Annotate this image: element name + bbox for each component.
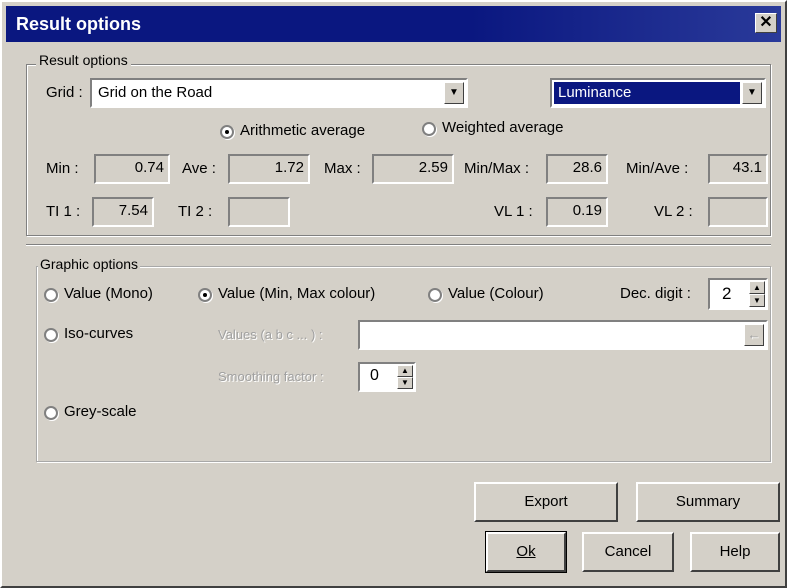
- value-mono-label: Value (Mono): [64, 285, 153, 302]
- values-input[interactable]: ←: [358, 320, 768, 350]
- ti1-value: 7.54: [92, 197, 154, 227]
- max-label: Max :: [324, 160, 361, 177]
- iso-curves-label: Iso-curves: [64, 325, 134, 342]
- minmax-label: Min/Max :: [464, 160, 530, 177]
- result-options-dialog: Result options ✕ Result options Grid : G…: [0, 0, 787, 588]
- grey-scale-label: Grey-scale: [64, 403, 137, 420]
- smoothing-factor-value: 0: [370, 367, 379, 384]
- quantity-combo-value: Luminance: [554, 82, 740, 104]
- radio-value-minmax-colour[interactable]: [198, 288, 212, 302]
- dec-digit-value: 2: [722, 284, 732, 303]
- arrow-left-icon[interactable]: ←: [744, 324, 764, 346]
- smoothing-factor-spinner[interactable]: 0 ▲ ▼: [358, 362, 416, 392]
- summary-button[interactable]: Summary: [636, 482, 780, 522]
- spin-up-icon[interactable]: ▲: [749, 281, 765, 294]
- ok-button[interactable]: Ok: [485, 531, 567, 573]
- chevron-down-icon[interactable]: ▼: [742, 82, 762, 104]
- dec-digit-spinner[interactable]: 2 ▲ ▼: [708, 278, 768, 310]
- section-divider: [26, 244, 771, 246]
- spin-down-icon[interactable]: ▼: [397, 377, 413, 389]
- close-button[interactable]: ✕: [755, 13, 777, 33]
- minave-label: Min/Ave :: [626, 160, 689, 177]
- export-button[interactable]: Export: [474, 482, 618, 522]
- result-options-group-label: Result options: [36, 52, 131, 68]
- value-colour-label: Value (Colour): [448, 285, 544, 302]
- minave-value: 43.1: [708, 154, 768, 184]
- graphic-options-group-label: Graphic options: [38, 256, 141, 272]
- smoothing-factor-label: Smoothing factor :: [218, 369, 324, 384]
- grid-label: Grid :: [46, 84, 83, 101]
- vl1-label: VL 1 :: [494, 203, 533, 220]
- vl2-label: VL 2 :: [654, 203, 693, 220]
- title-bar: Result options ✕: [6, 6, 781, 42]
- grid-combo[interactable]: Grid on the Road ▼: [90, 78, 468, 108]
- arithmetic-average-label: Arithmetic average: [240, 122, 366, 139]
- quantity-combo[interactable]: Luminance ▼: [550, 78, 766, 108]
- ave-label: Ave :: [182, 160, 216, 177]
- weighted-average-label: Weighted average: [442, 119, 564, 136]
- radio-value-colour[interactable]: [428, 288, 442, 302]
- grid-combo-value: Grid on the Road: [98, 84, 213, 101]
- value-minmax-colour-label: Value (Min, Max colour): [218, 285, 376, 302]
- ti2-value: [228, 197, 290, 227]
- cancel-button[interactable]: Cancel: [582, 532, 674, 572]
- window-title: Result options: [16, 13, 141, 34]
- ave-value: 1.72: [228, 154, 310, 184]
- max-value: 2.59: [372, 154, 454, 184]
- chevron-down-icon[interactable]: ▼: [444, 82, 464, 104]
- dec-digit-label: Dec. digit :: [620, 285, 691, 302]
- help-button[interactable]: Help: [690, 532, 780, 572]
- radio-grey-scale[interactable]: [44, 406, 58, 420]
- minmax-value: 28.6: [546, 154, 608, 184]
- min-value: 0.74: [94, 154, 170, 184]
- vl2-value: [708, 197, 768, 227]
- close-icon: ✕: [759, 14, 773, 31]
- spin-down-icon[interactable]: ▼: [749, 294, 765, 307]
- ti2-label: TI 2 :: [178, 203, 213, 220]
- min-label: Min :: [46, 160, 79, 177]
- spin-up-icon[interactable]: ▲: [397, 365, 413, 377]
- ti1-label: TI 1 :: [46, 203, 81, 220]
- radio-iso-curves[interactable]: [44, 328, 58, 342]
- radio-arithmetic-average[interactable]: [220, 125, 234, 139]
- radio-weighted-average[interactable]: [422, 122, 436, 136]
- vl1-value: 0.19: [546, 197, 608, 227]
- radio-value-mono[interactable]: [44, 288, 58, 302]
- values-label: Values (a b c ... ) :: [218, 327, 323, 342]
